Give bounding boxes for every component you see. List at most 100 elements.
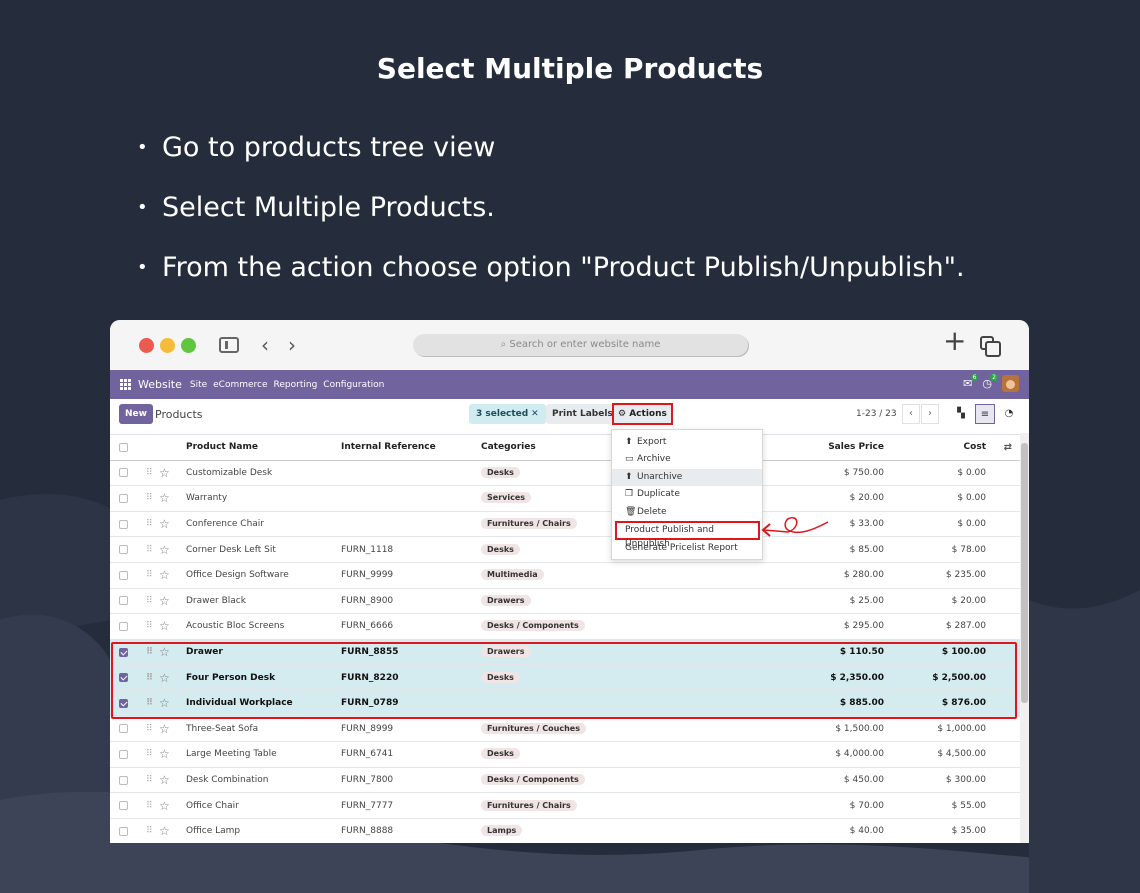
app-brand[interactable]: Website: [138, 378, 182, 391]
drag-handle-icon[interactable]: ⠿: [146, 621, 153, 631]
header-cost[interactable]: Cost: [964, 442, 986, 452]
url-bar[interactable]: ⌕ Search or enter website name: [413, 334, 748, 356]
drag-handle-icon[interactable]: ⠿: [146, 570, 153, 580]
table-row[interactable]: ⠿ ☆ Desk Combination FURN_7800 Desks / Compo…: [110, 768, 1029, 794]
nav-reporting[interactable]: Reporting: [274, 380, 318, 390]
drag-handle-icon[interactable]: ⠿: [146, 749, 153, 759]
header-product-name[interactable]: Product Name: [186, 442, 258, 452]
list-view-icon[interactable]: ≡: [975, 404, 995, 424]
row-checkbox[interactable]: [119, 775, 128, 785]
messages-icon[interactable]: ✉ 6: [963, 374, 979, 390]
category-tag: Desks: [481, 748, 520, 760]
action-generate-pricelist-report[interactable]: Generate Pricelist Report: [612, 540, 762, 557]
star-icon[interactable]: ☆: [159, 543, 170, 557]
table-row[interactable]: ⠿ ☆ Acoustic Bloc Screens FURN_6666 Desks / …: [110, 614, 1029, 640]
star-icon[interactable]: ☆: [159, 773, 170, 787]
row-checkbox[interactable]: [119, 621, 128, 631]
action-unarchive[interactable]: ⬆ Unarchive: [612, 468, 762, 487]
row-checkbox[interactable]: [119, 596, 128, 606]
pager-next-button[interactable]: ›: [921, 404, 939, 424]
star-icon[interactable]: ☆: [159, 594, 170, 608]
star-icon[interactable]: ☆: [159, 722, 170, 736]
cell-cost: $ 78.00: [951, 544, 986, 555]
avatar[interactable]: [1002, 375, 1019, 392]
actions-button[interactable]: ⚙ Actions: [612, 403, 673, 425]
drag-handle-icon[interactable]: ⠿: [146, 493, 153, 503]
activity-view-icon[interactable]: ◔: [999, 404, 1019, 424]
table-row[interactable]: ⠿ ☆ Large Meeting Table FURN_6741 Desks $ 4,0…: [110, 742, 1029, 768]
forward-icon[interactable]: ›: [288, 334, 296, 356]
row-checkbox[interactable]: [119, 570, 128, 580]
row-checkbox[interactable]: [119, 826, 128, 836]
row-checkbox[interactable]: [119, 493, 128, 503]
print-labels-button[interactable]: Print Labels: [546, 404, 619, 424]
action-product-publish-unpublish[interactable]: Product Publish and Unpublish: [615, 520, 760, 549]
row-checkbox[interactable]: [119, 724, 128, 734]
table-row[interactable]: ⠿ ☆ Drawer Black FURN_8900 Drawers $ 25.00 $ 2…: [110, 589, 1029, 615]
tabs-overview-icon[interactable]: [980, 336, 1001, 357]
apps-menu-icon[interactable]: [120, 378, 132, 391]
maximize-window-button[interactable]: [181, 338, 196, 353]
header-categories[interactable]: Categories: [481, 442, 536, 452]
new-button[interactable]: New: [119, 404, 153, 424]
action-delete[interactable]: 🗑Delete: [612, 504, 762, 521]
drag-handle-icon[interactable]: ⠿: [146, 775, 153, 785]
drag-handle-icon[interactable]: ⠿: [146, 724, 153, 734]
nav-ecommerce[interactable]: eCommerce: [213, 380, 267, 390]
action-export[interactable]: ⬆ Export: [612, 434, 762, 451]
new-tab-icon[interactable]: +: [943, 327, 966, 355]
clear-selection-icon[interactable]: ✕: [531, 409, 539, 419]
cell-internal-reference: FURN_8900: [341, 595, 394, 606]
drag-handle-icon[interactable]: ⠿: [146, 545, 153, 555]
cell-sales-price: $ 750.00: [843, 467, 884, 478]
cell-product-name: Office Design Software: [186, 570, 289, 581]
table-row[interactable]: ⠿ ☆ Three-Seat Sofa FURN_8999 Furnitures / C…: [110, 717, 1029, 743]
star-icon[interactable]: ☆: [159, 568, 170, 582]
drag-handle-icon[interactable]: ⠿: [146, 801, 153, 811]
back-icon[interactable]: ‹: [261, 334, 269, 356]
activities-icon[interactable]: ◷ 2: [982, 374, 998, 390]
star-icon[interactable]: ☆: [159, 491, 170, 505]
drag-handle-icon[interactable]: ⠿: [146, 468, 153, 478]
cell-sales-price: $ 20.00: [849, 493, 884, 504]
row-checkbox[interactable]: [119, 519, 128, 529]
pager-value[interactable]: 1-23 / 23: [856, 409, 897, 419]
pager-previous-button[interactable]: ‹: [902, 404, 920, 424]
row-checkbox[interactable]: [119, 545, 128, 555]
table-row[interactable]: ⠿ ☆ Corner Desk Left Sit FURN_1118 Desks $ 85…: [110, 537, 1029, 563]
table-row[interactable]: ⠿ ☆ Office Design Software FURN_9999 Multime…: [110, 563, 1029, 589]
minimize-window-button[interactable]: [160, 338, 175, 353]
close-window-button[interactable]: [139, 338, 154, 353]
cell-category: Multimedia: [481, 569, 544, 581]
optional-columns-icon[interactable]: ⇄: [1004, 442, 1012, 453]
row-checkbox[interactable]: [119, 749, 128, 759]
sidebar-toggle-icon[interactable]: [219, 337, 239, 353]
action-archive[interactable]: ▭ Archive: [612, 451, 762, 468]
kanban-view-icon[interactable]: ▚: [951, 404, 971, 424]
star-icon[interactable]: ☆: [159, 799, 170, 813]
scrollbar-thumb[interactable]: [1021, 443, 1028, 703]
header-sales-price[interactable]: Sales Price: [828, 442, 884, 452]
table-row[interactable]: ⠿ ☆ Customizable Desk Desks $ 750.00 $ 0.00: [110, 461, 1029, 487]
star-icon[interactable]: ☆: [159, 747, 170, 761]
page-title[interactable]: Products: [155, 408, 203, 421]
action-duplicate[interactable]: ❐ Duplicate: [612, 486, 762, 503]
table-scrollbar[interactable]: [1020, 433, 1029, 843]
nav-site[interactable]: Site: [190, 380, 207, 390]
row-checkbox[interactable]: [119, 468, 128, 478]
table-row[interactable]: ⠿ ☆ Office Lamp FURN_8888 Lamps $ 40.00 $ 35.0…: [110, 819, 1029, 843]
drag-handle-icon[interactable]: ⠿: [146, 519, 153, 529]
star-icon[interactable]: ☆: [159, 517, 170, 531]
table-row[interactable]: ⠿ ☆ Warranty Services $ 20.00 $ 0.00: [110, 486, 1029, 512]
star-icon[interactable]: ☆: [159, 466, 170, 480]
drag-handle-icon[interactable]: ⠿: [146, 826, 153, 836]
select-all-checkbox[interactable]: [119, 442, 128, 452]
row-checkbox[interactable]: [119, 801, 128, 811]
nav-configuration[interactable]: Configuration: [323, 380, 384, 390]
header-internal-reference[interactable]: Internal Reference: [341, 442, 436, 452]
star-icon[interactable]: ☆: [159, 824, 170, 838]
table-row[interactable]: ⠿ ☆ Conference Chair Furnitures / Chairs $ 3…: [110, 512, 1029, 538]
star-icon[interactable]: ☆: [159, 619, 170, 633]
table-row[interactable]: ⠿ ☆ Office Chair FURN_7777 Furnitures / Chai…: [110, 793, 1029, 819]
drag-handle-icon[interactable]: ⠿: [146, 596, 153, 606]
